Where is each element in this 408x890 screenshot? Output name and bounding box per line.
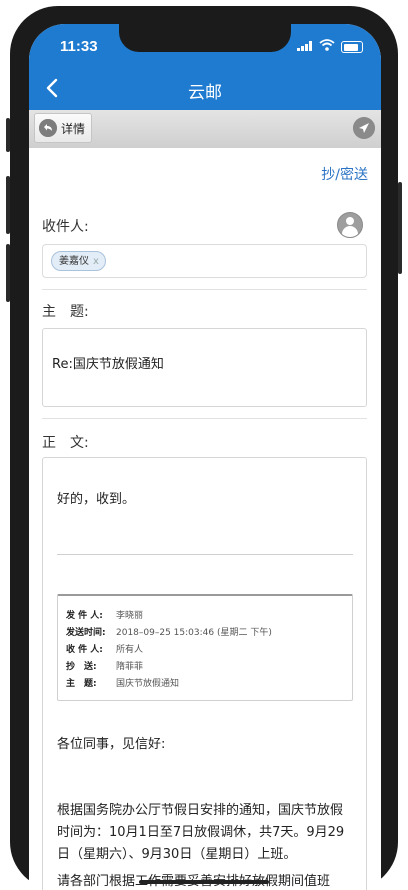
compose-form: 抄/密送 收件人: 姜嘉仪 x 主 题: Re:国庆节放假通知 正 文: 好的，收… <box>29 148 381 890</box>
status-bar: 11:33 <box>29 24 381 68</box>
quote-separator <box>57 554 353 555</box>
detail-button[interactable]: 详情 <box>34 113 92 143</box>
page-title: 云邮 <box>188 83 222 103</box>
home-indicator <box>139 880 269 884</box>
signal-icon <box>297 41 312 51</box>
body-paragraph: 根据国务院办公厅节假日安排的通知，国庆节放假时间为：10月1日至7日放假调休，共… <box>57 803 345 862</box>
recipient-chip[interactable]: 姜嘉仪 x <box>51 251 106 271</box>
screen: 11:33 云邮 详情 抄/密送 收件人: 姜嘉仪 x 主 题: Re:国庆节放… <box>29 24 381 890</box>
contact-picker-icon[interactable] <box>337 212 363 238</box>
toolbar: 详情 <box>29 110 381 149</box>
body-editor[interactable]: 好的，收到。 发 件 人: 李晓丽 发送时间: 2018–09–25 15:03:4… <box>42 457 367 890</box>
quote-cc-row: 抄 送: 隋菲菲 <box>66 662 144 672</box>
quote-subject-row: 主 题: 国庆节放假通知 <box>66 679 180 689</box>
battery-icon <box>341 41 363 53</box>
recipient-input[interactable]: 姜嘉仪 x <box>42 244 367 278</box>
power-button <box>398 182 402 274</box>
quote-to-row: 收 件 人: 所有人 <box>66 645 144 655</box>
notch <box>119 24 291 52</box>
volume-up-button <box>6 176 10 234</box>
chip-remove-icon[interactable]: x <box>93 256 99 267</box>
mute-switch <box>6 118 10 152</box>
nav-bar: 云邮 <box>29 68 381 110</box>
wifi-icon <box>319 39 335 51</box>
status-time: 11:33 <box>60 38 98 55</box>
volume-down-button <box>6 244 10 302</box>
reply-text: 好的，收到。 <box>57 492 136 507</box>
quoted-header: 发 件 人: 李晓丽 发送时间: 2018–09–25 15:03:46 (星期二 … <box>57 594 353 701</box>
recipient-label: 收件人: <box>42 219 89 235</box>
quote-from-row: 发 件 人: 李晓丽 <box>66 611 144 621</box>
recipient-chip-label: 姜嘉仪 <box>59 256 89 267</box>
reply-icon <box>39 119 57 137</box>
cc-bcc-link[interactable]: 抄/密送 <box>321 164 368 184</box>
divider <box>42 289 367 290</box>
subject-input[interactable]: Re:国庆节放假通知 <box>42 328 367 407</box>
subject-label: 主 题: <box>42 304 89 320</box>
divider <box>42 418 367 419</box>
subject-value: Re:国庆节放假通知 <box>52 357 164 372</box>
greeting-text: 各位同事，见信好: <box>57 737 166 752</box>
send-icon[interactable] <box>353 117 375 139</box>
detail-label: 详情 <box>61 122 86 136</box>
quote-time-row: 发送时间: 2018–09–25 15:03:46 (星期二 下午) <box>66 628 272 638</box>
body-label: 正 文: <box>42 435 89 451</box>
